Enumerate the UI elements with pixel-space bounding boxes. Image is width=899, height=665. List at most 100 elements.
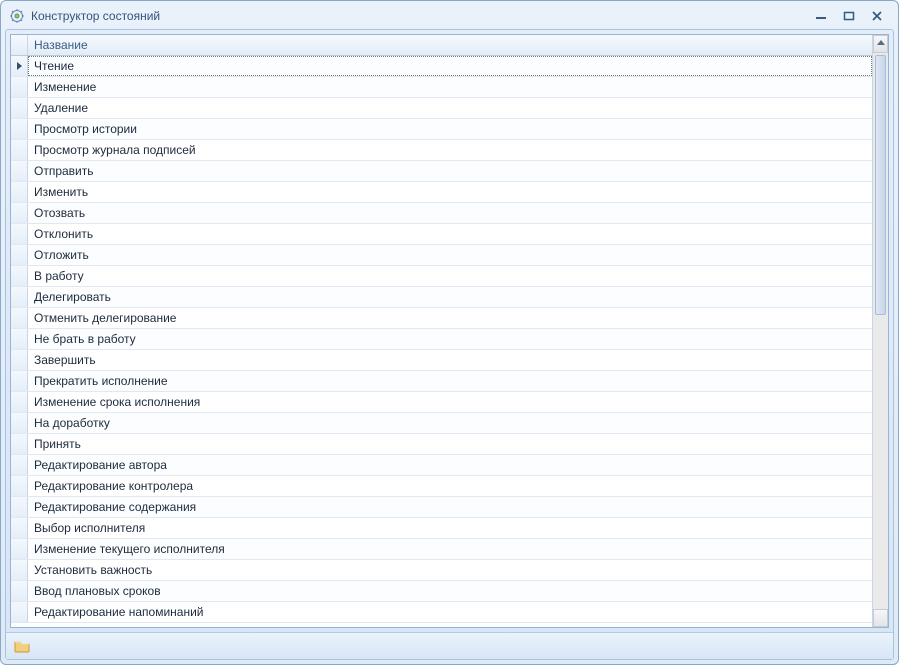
row-indicator (11, 476, 28, 496)
row-indicator (11, 518, 28, 538)
row-indicator (11, 602, 28, 622)
table-row[interactable]: Выбор исполнителя (11, 518, 872, 539)
cell-name[interactable]: Чтение (28, 56, 872, 76)
table-row[interactable]: Чтение (11, 56, 872, 77)
vertical-scrollbar[interactable] (872, 35, 888, 627)
table-row[interactable]: Отправить (11, 161, 872, 182)
table-row[interactable]: Завершить (11, 350, 872, 371)
row-indicator (11, 392, 28, 412)
scroll-down-icon[interactable] (877, 617, 885, 622)
row-indicator (11, 581, 28, 601)
table-row[interactable]: Просмотр истории (11, 119, 872, 140)
row-indicator (11, 266, 28, 286)
window-controls (812, 9, 892, 23)
table-row[interactable]: Редактирование напоминаний (11, 602, 872, 623)
row-indicator (11, 455, 28, 475)
row-indicator (11, 98, 28, 118)
table-row[interactable]: В работу (11, 266, 872, 287)
cell-name[interactable]: Делегировать (28, 287, 872, 307)
cell-name[interactable]: Отложить (28, 245, 872, 265)
row-indicator (11, 539, 28, 559)
cell-name[interactable]: Принять (28, 434, 872, 454)
table-row[interactable]: Отозвать (11, 203, 872, 224)
table-row[interactable]: Не брать в работу (11, 329, 872, 350)
data-grid[interactable]: НазваниеЧтениеИзменениеУдалениеПросмотр … (10, 34, 889, 628)
cell-name[interactable]: Редактирование напоминаний (28, 602, 872, 622)
row-indicator (11, 560, 28, 580)
folder-icon[interactable] (14, 639, 30, 653)
table-row[interactable]: На доработку (11, 413, 872, 434)
table-row[interactable]: Изменить (11, 182, 872, 203)
scroll-thumb[interactable] (875, 55, 886, 315)
titlebar: Конструктор состояний (3, 3, 896, 29)
cell-name[interactable]: Прекратить исполнение (28, 371, 872, 391)
table-row[interactable]: Делегировать (11, 287, 872, 308)
row-indicator (11, 140, 28, 160)
maximize-button[interactable] (840, 9, 858, 23)
table-row[interactable]: Изменение срока исполнения (11, 392, 872, 413)
table-row[interactable]: Изменение (11, 77, 872, 98)
row-indicator-header (11, 35, 28, 55)
app-gear-icon (9, 8, 25, 24)
cell-name[interactable]: Отозвать (28, 203, 872, 223)
cell-name[interactable]: Редактирование автора (28, 455, 872, 475)
row-indicator (11, 119, 28, 139)
row-indicator (11, 56, 28, 76)
table-row[interactable]: Установить важность (11, 560, 872, 581)
table-row[interactable]: Редактирование контролера (11, 476, 872, 497)
cell-name[interactable]: Редактирование контролера (28, 476, 872, 496)
table-row[interactable]: Редактирование автора (11, 455, 872, 476)
row-indicator (11, 203, 28, 223)
statusbar (6, 632, 893, 659)
column-header-row: Название (11, 35, 872, 56)
cell-name[interactable]: В работу (28, 266, 872, 286)
cell-name[interactable]: Изменение текущего исполнителя (28, 539, 872, 559)
cell-name[interactable]: Отменить делегирование (28, 308, 872, 328)
row-indicator (11, 497, 28, 517)
table-row[interactable]: Отложить (11, 245, 872, 266)
row-indicator (11, 182, 28, 202)
cell-name[interactable]: Отправить (28, 161, 872, 181)
close-button[interactable] (868, 9, 886, 23)
table-row[interactable]: Ввод плановых сроков (11, 581, 872, 602)
row-indicator (11, 413, 28, 433)
scroll-up-icon[interactable] (877, 40, 885, 45)
cell-name[interactable]: Установить важность (28, 560, 872, 580)
column-header-name[interactable]: Название (28, 35, 872, 55)
table-row[interactable]: Прекратить исполнение (11, 371, 872, 392)
table-row[interactable]: Изменение текущего исполнителя (11, 539, 872, 560)
cell-name[interactable]: Ввод плановых сроков (28, 581, 872, 601)
cell-name[interactable]: Отклонить (28, 224, 872, 244)
cell-name[interactable]: Изменить (28, 182, 872, 202)
cell-name[interactable]: Изменение (28, 77, 872, 97)
cell-name[interactable]: Просмотр истории (28, 119, 872, 139)
table-row[interactable]: Отклонить (11, 224, 872, 245)
cell-name[interactable]: Удаление (28, 98, 872, 118)
row-indicator (11, 161, 28, 181)
client-area: НазваниеЧтениеИзменениеУдалениеПросмотр … (5, 29, 894, 660)
cell-name[interactable]: Просмотр журнала подписей (28, 140, 872, 160)
row-indicator (11, 329, 28, 349)
cell-name[interactable]: Завершить (28, 350, 872, 370)
current-row-pointer-icon (17, 62, 22, 70)
row-indicator (11, 224, 28, 244)
cell-name[interactable]: На доработку (28, 413, 872, 433)
table-row[interactable]: Просмотр журнала подписей (11, 140, 872, 161)
table-row[interactable]: Редактирование содержания (11, 497, 872, 518)
cell-name[interactable]: Выбор исполнителя (28, 518, 872, 538)
window: Конструктор состояний НазваниеЧтениеИзме… (0, 0, 899, 665)
row-indicator (11, 245, 28, 265)
row-indicator (11, 287, 28, 307)
row-indicator (11, 434, 28, 454)
table-row[interactable]: Отменить делегирование (11, 308, 872, 329)
cell-name[interactable]: Не брать в работу (28, 329, 872, 349)
cell-name[interactable]: Изменение срока исполнения (28, 392, 872, 412)
table-row[interactable]: Удаление (11, 98, 872, 119)
window-title: Конструктор состояний (31, 9, 160, 23)
cell-name[interactable]: Редактирование содержания (28, 497, 872, 517)
table-row[interactable]: Принять (11, 434, 872, 455)
row-indicator (11, 77, 28, 97)
row-indicator (11, 371, 28, 391)
minimize-button[interactable] (812, 9, 830, 23)
row-indicator (11, 308, 28, 328)
